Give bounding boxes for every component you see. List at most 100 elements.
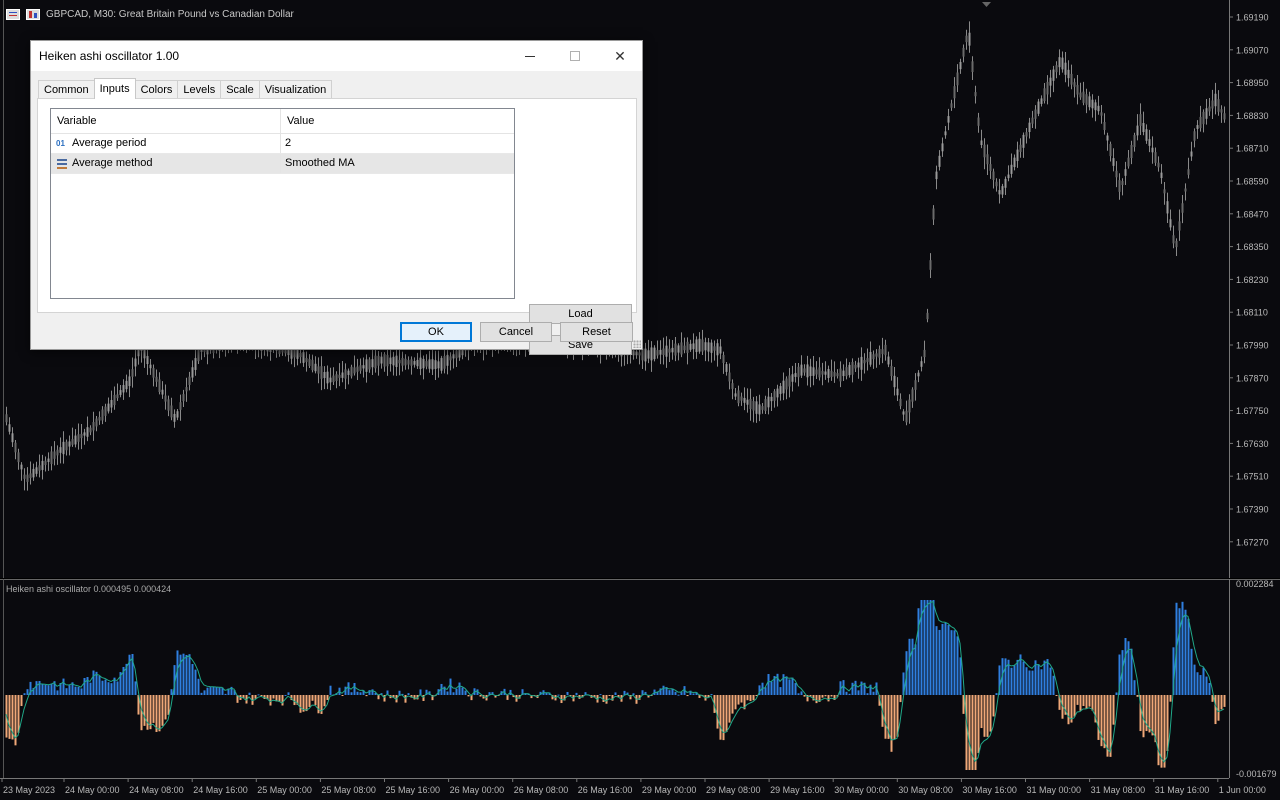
time-label: 24 May 16:00 <box>193 785 248 795</box>
time-label: 30 May 08:00 <box>898 785 953 795</box>
candle-body <box>1073 82 1076 87</box>
histogram-bar-up <box>1184 609 1187 695</box>
histogram-bar-down <box>749 695 752 702</box>
load-button[interactable]: Load <box>529 304 632 324</box>
histogram-bar-up <box>1028 670 1031 695</box>
histogram-bar-up <box>1040 669 1043 695</box>
input-row-average-method[interactable]: Average method Smoothed MA <box>51 154 514 174</box>
candle-body <box>815 369 818 375</box>
candle-body <box>917 372 920 377</box>
histogram-bar-up <box>692 693 695 695</box>
histogram-bar-up <box>209 687 212 695</box>
histogram-bar-up <box>851 682 854 695</box>
histogram-bar-up <box>947 625 950 695</box>
histogram-bar-down <box>1151 695 1154 736</box>
histogram-bar-down <box>8 695 11 739</box>
time-axis: 23 May 2023 24 May 00:00 24 May 08:00 24 Ma… <box>0 778 1280 800</box>
variable-cell[interactable]: Average method <box>51 154 281 173</box>
candle-body <box>884 344 887 356</box>
candle-body <box>371 359 374 368</box>
candle-body <box>1076 84 1079 95</box>
histogram-bar-up <box>1133 680 1136 695</box>
dialog-titlebar[interactable]: Heiken ashi oscillator 1.00 ✕ <box>31 41 642 71</box>
time-label: 26 May 00:00 <box>450 785 505 795</box>
candle-body <box>833 371 836 377</box>
histogram-bar-up <box>200 692 203 695</box>
histogram-bar-down <box>404 695 407 703</box>
candle-body <box>131 369 134 377</box>
histogram-bar-up <box>185 654 188 695</box>
variable-cell[interactable]: 01 Average period <box>51 134 281 153</box>
candle-body <box>95 418 98 427</box>
histogram-bar-up <box>1031 670 1034 695</box>
candle-body <box>419 357 422 370</box>
candle-body <box>1010 164 1013 174</box>
histogram-bar-down <box>1085 695 1088 709</box>
candle-body <box>974 92 977 97</box>
time-label: 23 May 2023 <box>3 785 55 795</box>
candle-body <box>29 473 32 479</box>
histogram-bar-up <box>1187 618 1190 695</box>
candle-body <box>341 372 344 378</box>
tab-visualization[interactable]: Visualization <box>258 80 333 99</box>
candle-body <box>821 370 824 375</box>
value-cell[interactable]: 2 <box>281 134 514 153</box>
candle-body <box>368 359 371 370</box>
resize-grip[interactable] <box>633 340 641 348</box>
column-header-value[interactable]: Value <box>281 109 514 134</box>
histogram-bar-up <box>107 682 110 695</box>
candle-body <box>176 411 179 418</box>
candle-body <box>194 358 197 370</box>
histogram-bar-down <box>1112 695 1115 725</box>
candle-body <box>170 405 173 418</box>
candle-body <box>671 347 674 353</box>
close-button[interactable]: ✕ <box>597 41 643 71</box>
candle-body <box>1127 157 1130 167</box>
candle-body <box>896 388 899 396</box>
histogram-bar-up <box>668 690 671 695</box>
candle-body <box>437 361 440 369</box>
candle-body <box>1025 132 1028 137</box>
tab-common[interactable]: Common <box>38 80 95 99</box>
candle-body <box>878 348 881 358</box>
minimize-button[interactable] <box>507 41 553 71</box>
candle-body <box>167 399 170 411</box>
tab-colors[interactable]: Colors <box>134 80 179 99</box>
candle-body <box>977 117 980 126</box>
histogram-bar-down <box>164 695 167 720</box>
histogram-bar-up <box>461 687 464 695</box>
candle-body <box>1109 143 1112 157</box>
input-row-average-period[interactable]: 01 Average period 2 <box>51 134 514 154</box>
histogram-bar-up <box>446 691 449 695</box>
cancel-button[interactable]: Cancel <box>480 322 552 342</box>
indicator-subwindow[interactable]: 0.002284 -0.001679 <box>0 579 1280 779</box>
value-cell[interactable]: Smoothed MA <box>281 154 514 173</box>
histogram-bar-down <box>161 695 164 726</box>
candle-body <box>968 32 971 46</box>
maximize-button[interactable] <box>552 41 598 71</box>
candle-body <box>173 413 176 422</box>
candle-body <box>1070 73 1073 85</box>
tab-levels[interactable]: Levels <box>177 80 222 99</box>
column-header-variable[interactable]: Variable <box>51 109 281 134</box>
candle-body <box>188 376 191 385</box>
reset-button[interactable]: Reset <box>560 322 633 342</box>
histogram-bar-up <box>842 680 845 695</box>
candle-body <box>872 354 875 360</box>
candle-body <box>827 369 830 378</box>
histogram-bar-up <box>83 678 86 695</box>
symbol-flag-icon[interactable] <box>6 8 20 20</box>
time-label: 24 May 00:00 <box>65 785 120 795</box>
candle-body <box>326 371 329 384</box>
candle-body <box>986 154 989 165</box>
price-label: 1.67270 <box>1236 537 1269 547</box>
candle-body <box>197 350 200 362</box>
ok-button[interactable]: OK <box>400 322 472 342</box>
candle-body <box>353 367 356 374</box>
candle-body <box>791 374 794 382</box>
tab-inputs[interactable]: Inputs <box>93 78 136 99</box>
histogram-bar-up <box>350 692 353 695</box>
tab-scale[interactable]: Scale <box>220 80 260 99</box>
chart-type-icon[interactable] <box>26 8 40 20</box>
candle-body <box>911 389 914 402</box>
